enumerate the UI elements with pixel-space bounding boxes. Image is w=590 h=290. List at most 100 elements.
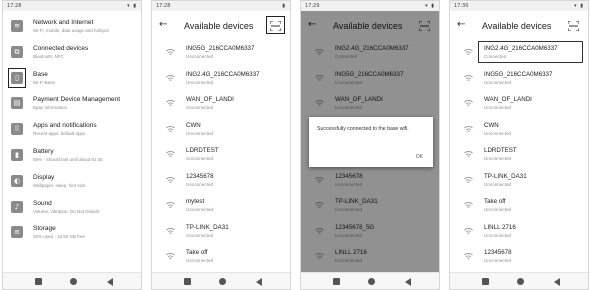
device-status: Unconnected — [484, 181, 512, 187]
settings-item-subtitle: 58% - Should last until about 02:45 — [33, 156, 103, 162]
home-button[interactable] — [517, 278, 524, 285]
device-status: Unconnected — [186, 181, 214, 187]
device-status: Unconnected — [186, 207, 214, 212]
settings-item-title: Connected devices — [33, 44, 89, 52]
settings-item-sound[interactable]: ♪ Sound Volume, vibration, Do Not Distur… — [3, 195, 141, 221]
device-name: ING5G_216CCA0M6337 — [186, 45, 255, 52]
wifi-signal-icon — [166, 176, 175, 183]
wifi-signal-icon — [166, 100, 175, 106]
device-name: ING5G_216CCA0M6337 — [484, 70, 553, 78]
home-button[interactable] — [368, 278, 375, 285]
device-row[interactable]: ING5G_216CCA0M6337 Unconnected — [152, 41, 290, 67]
settings-item-apps[interactable]: ⠿ Apps and notifications Recent apps, de… — [3, 117, 141, 143]
page-header: ← Available devices — [450, 15, 588, 37]
device-name: ING2.4G_216CCA0M6337 — [484, 45, 558, 52]
settings-item-title: Storage — [33, 225, 56, 233]
device-name: 12345678 — [186, 172, 214, 180]
device-row[interactable]: Take off Unconnected — [152, 245, 290, 271]
dialog-ok-button[interactable]: OK — [416, 154, 423, 160]
recents-button[interactable] — [482, 278, 489, 285]
page-title: Available devices — [482, 21, 552, 31]
settings-item-subtitle: 32% used - 10.84 GB free — [33, 234, 86, 240]
device-row[interactable]: WAN_OF_LANDI Unconnected — [152, 92, 290, 118]
wifi-signal-icon — [166, 125, 175, 132]
back-nav-button[interactable] — [256, 278, 262, 286]
device-row[interactable]: TP-LINK_DA31 Unconnected — [152, 220, 290, 246]
available-devices-connected-screen: 17:30 ▾ ▮ ← Available devices ING2.4G_21… — [449, 0, 589, 290]
back-nav-button[interactable] — [405, 278, 411, 286]
device-row[interactable]: ING2.4G_216CCA0M6337 Connected — [450, 41, 588, 67]
device-status: Unconnected — [484, 79, 512, 85]
recents-button[interactable] — [333, 278, 340, 285]
page-title: Available devices — [184, 21, 254, 31]
settings-item-payment-device[interactable]: ▤ Payment Device Management Epay Informa… — [3, 91, 141, 117]
status-time: 17:28 — [7, 3, 22, 9]
status-bar: 17:28 ▮ — [152, 1, 290, 11]
settings-item-base[interactable]: ▯ Base Wi-Fi Base — [3, 66, 141, 92]
device-row[interactable]: CWNUnconnected — [450, 118, 588, 144]
device-name: LDRDTEST — [484, 147, 517, 154]
device-row[interactable]: LDRDTEST Unconnected — [450, 143, 588, 169]
display-icon: ◐ — [11, 174, 23, 187]
settings-item-connected-devices[interactable]: ⧉ Connected devices Bluetooth, NFC — [3, 40, 141, 66]
device-row[interactable]: TP-LINK_DA31 Unconnected — [450, 169, 588, 195]
settings-list: ≋ Network and Internet Wi-Fi, mobile, da… — [3, 14, 141, 246]
back-nav-button[interactable] — [554, 278, 560, 286]
wifi-signal-icon — [166, 49, 175, 55]
settings-item-title: Display — [33, 173, 55, 181]
settings-item-title: Payment Device Management — [33, 96, 121, 104]
settings-item-display[interactable]: ◐ Display Wallpaper, sleep, font size — [3, 169, 141, 195]
settings-screen: 17:28 ▾ ▮ ≋ Network and Internet Wi-Fi, … — [2, 0, 142, 290]
settings-item-battery[interactable]: ▮ Battery 58% - Should last until about … — [3, 143, 141, 169]
recents-button[interactable] — [184, 278, 191, 285]
device-row[interactable]: LDRDTEST Unconnected — [152, 143, 290, 169]
device-name: CWN — [186, 121, 201, 129]
settings-item-subtitle: Wi-Fi Base — [33, 79, 56, 85]
settings-item-subtitle: Wi-Fi, mobile, data usage and hotspot — [33, 28, 109, 33]
scan-icon[interactable] — [568, 21, 579, 31]
success-dialog: Successfully connected to the base wifi.… — [309, 117, 433, 167]
wifi-signal-icon — [464, 49, 473, 55]
device-row[interactable]: ING5G_216CCA0M6337 Unconnected — [450, 67, 588, 93]
device-row[interactable]: LINLL 2716 Unconnected — [450, 220, 588, 246]
status-icons: ▾ ▮ — [127, 3, 137, 9]
settings-item-title: Sound — [33, 199, 52, 207]
device-row[interactable]: Take off Unconnected — [450, 194, 588, 220]
back-nav-button[interactable] — [107, 278, 113, 286]
status-icons: ▾ ▮ — [425, 3, 435, 9]
settings-item-subtitle: Volume, vibration, Do Not Disturb — [33, 208, 100, 214]
back-arrow-icon[interactable]: ← — [159, 19, 167, 30]
device-row[interactable]: CWNUnconnected — [152, 118, 290, 144]
device-row[interactable]: 12345678 Unconnected — [152, 169, 290, 195]
device-name: LDRDTEST — [186, 147, 219, 154]
battery-icon: ▮ — [11, 148, 23, 161]
device-row[interactable]: mytest Unconnected — [152, 194, 290, 220]
status-bar: 17:30 ▾ ▮ — [450, 1, 588, 11]
device-status: Unconnected — [186, 156, 214, 161]
nav-bar — [152, 272, 290, 289]
device-row[interactable]: WAN_OF_LANDI Unconnected — [450, 92, 588, 118]
home-button[interactable] — [70, 278, 77, 285]
settings-item-network[interactable]: ≋ Network and Internet Wi-Fi, mobile, da… — [3, 14, 141, 40]
scan-icon[interactable] — [270, 21, 281, 31]
device-name: TP-LINK_DA31 — [484, 172, 527, 180]
status-bar: 17:29 ▾ ▮ — [301, 1, 439, 11]
wifi-signal-icon — [166, 253, 175, 259]
device-row[interactable]: 12345678 Unconnected — [450, 245, 588, 271]
back-arrow-icon[interactable]: ← — [457, 19, 465, 30]
recents-button[interactable] — [35, 278, 42, 285]
device-name: CWN — [484, 121, 499, 129]
status-time: 17:29 — [305, 3, 320, 9]
device-status: Unconnected — [484, 258, 512, 263]
device-status: Unconnected — [484, 156, 512, 161]
wifi-signal-icon — [464, 227, 473, 234]
connected-devices-icon: ⧉ — [11, 45, 23, 58]
device-row[interactable]: ING2.4G_216CCA0M6337 Unconnected — [152, 67, 290, 93]
device-list: ING2.4G_216CCA0M6337 Connected ING5G_216CC… — [450, 41, 588, 271]
home-button[interactable] — [219, 278, 226, 285]
wifi-icon: ≋ — [11, 20, 23, 32]
payment-device-icon: ▤ — [11, 97, 23, 110]
settings-item-storage[interactable]: ≡ Storage 32% used - 10.84 GB free — [3, 220, 141, 246]
apps-grid-icon: ⠿ — [11, 123, 23, 136]
device-name: Take off — [484, 198, 506, 205]
